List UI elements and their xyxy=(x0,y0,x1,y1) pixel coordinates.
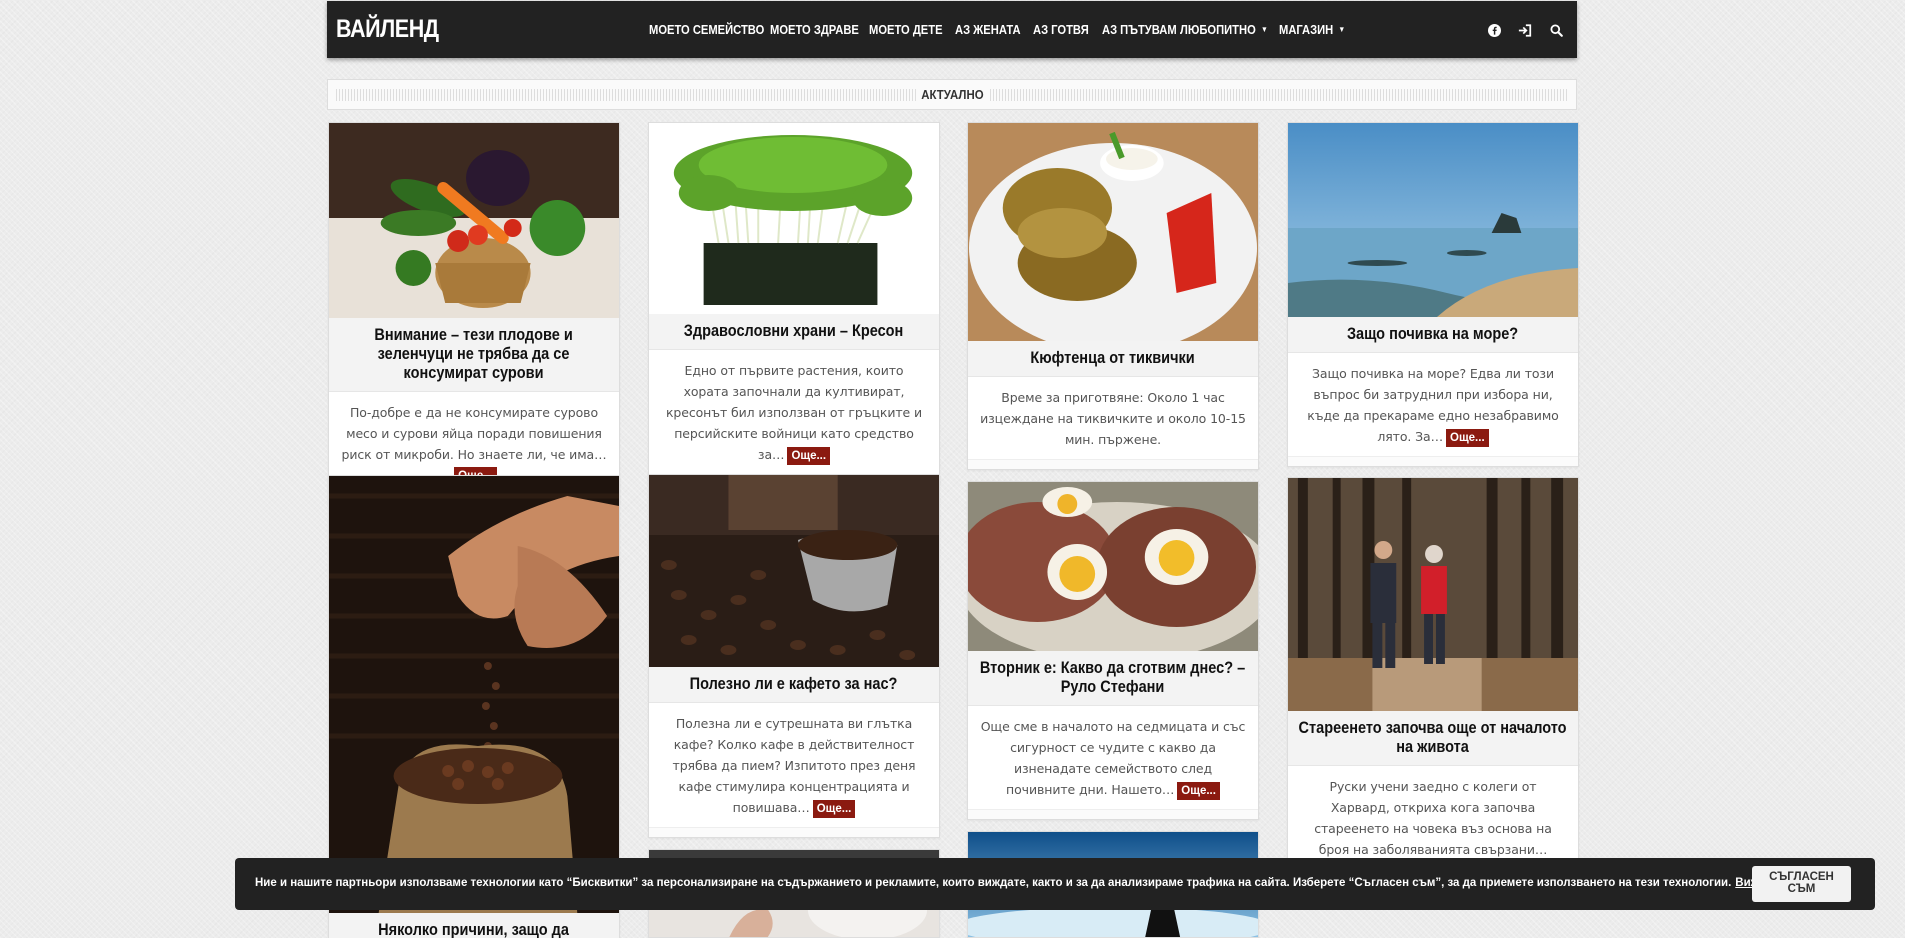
cookie-consent-bar: Ние и нашите партньори използваме технол… xyxy=(235,858,1875,910)
post-title[interactable]: Здравословни храни – Кресон xyxy=(649,314,939,350)
post-title[interactable]: Полезно ли е кафето за нас? xyxy=(649,667,939,703)
post-excerpt: Време за приготвяне: Около 1 час изцежда… xyxy=(980,390,1246,447)
post-title[interactable]: Стареенето започва още от началото на жи… xyxy=(1288,711,1578,766)
post-excerpt: Едно от първите растения, които хората з… xyxy=(649,350,939,474)
menu-item-child[interactable]: МОЕТО ДЕТЕ xyxy=(869,22,943,37)
facebook-icon[interactable] xyxy=(1485,21,1503,39)
section-title: АКТУАЛНО xyxy=(328,87,1576,102)
menu-item-label: АЗ ЖЕНАТА xyxy=(955,22,1021,37)
menu-item-woman[interactable]: АЗ ЖЕНАТА xyxy=(955,22,1021,37)
post-image[interactable] xyxy=(968,482,1258,651)
nav-icons xyxy=(1485,21,1565,39)
read-more-button[interactable]: Още... xyxy=(1446,429,1489,447)
post-image[interactable] xyxy=(329,123,619,318)
post-title[interactable]: Вторник е: Какво да сготвим днес? – Руло… xyxy=(968,651,1258,706)
menu-item-family[interactable]: МОЕТО СЕМЕЙСТВО xyxy=(649,22,764,37)
post-image[interactable] xyxy=(649,475,939,667)
main-navbar: ВАЙЛЕНД МОЕТО СЕМЕЙСТВО МОЕТО ЗДРАВЕ МОЕ… xyxy=(327,1,1577,58)
site-logo[interactable]: ВАЙЛЕНД xyxy=(336,15,439,44)
section-header: АКТУАЛНО xyxy=(327,79,1577,110)
post-excerpt: Още сме в началото на седмицата и със си… xyxy=(968,706,1258,809)
post-card[interactable]: Здравословни храни – Кресон Едно от първ… xyxy=(648,122,940,485)
post-image[interactable] xyxy=(968,123,1258,341)
card-footer xyxy=(968,809,1258,819)
card-footer xyxy=(649,827,939,837)
post-card[interactable]: Вторник е: Какво да сготвим днес? – Руло… xyxy=(967,481,1259,820)
post-title[interactable]: Няколко причини, защо да xyxy=(329,913,619,938)
post-title[interactable]: Внимание – тези плодове и зеленчуци не т… xyxy=(329,318,619,392)
post-excerpt: Полезна ли е сутрешната ви глътка кафе? … xyxy=(649,703,939,827)
menu-item-health[interactable]: МОЕТО ЗДРАВЕ xyxy=(770,22,859,37)
post-card[interactable]: Кюфтенца от тиквички Време за приготвяне… xyxy=(967,122,1259,470)
card-footer xyxy=(968,459,1258,469)
post-image[interactable] xyxy=(649,123,939,314)
post-card[interactable]: Внимание – тези плодове и зеленчуци не т… xyxy=(328,122,620,505)
post-excerpt: Защо почивка на море? Едва ли този въпро… xyxy=(1288,353,1578,456)
read-more-button[interactable]: Още... xyxy=(812,800,856,818)
search-icon[interactable] xyxy=(1547,21,1565,39)
login-icon[interactable] xyxy=(1516,21,1534,39)
post-card[interactable]: Стареенето започва още от началото на жи… xyxy=(1287,477,1579,900)
read-more-button[interactable]: Още... xyxy=(1177,782,1220,800)
post-image[interactable] xyxy=(329,476,619,913)
menu-item-label: МАГАЗИН xyxy=(1279,22,1334,37)
caret-down-icon: ▼ xyxy=(1338,25,1346,34)
post-title[interactable]: Защо почивка на море? xyxy=(1288,317,1578,353)
menu-item-travel[interactable]: АЗ ПЪТУВАМ xyxy=(1102,22,1177,37)
menu-item-label: МОЕТО ЗДРАВЕ xyxy=(770,22,859,37)
menu-item-label: АЗ ПЪТУВАМ xyxy=(1102,22,1177,37)
post-image[interactable] xyxy=(1288,123,1578,317)
card-footer xyxy=(1288,456,1578,466)
menu-item-shop[interactable]: МАГАЗИН ▼ xyxy=(1279,22,1345,37)
caret-down-icon: ▼ xyxy=(1260,25,1268,34)
cookie-accept-label: СЪГЛАСЕН xyxy=(1769,871,1834,883)
cookie-accept-button[interactable]: СЪГЛАСЕН СЪМ xyxy=(1752,866,1851,902)
post-title[interactable]: Кюфтенца от тиквички xyxy=(968,341,1258,377)
post-image[interactable] xyxy=(1288,478,1578,711)
post-card[interactable]: Защо почивка на море? Защо почивка на мо… xyxy=(1287,122,1579,467)
cookie-message: Ние и нашите партньори използваме технол… xyxy=(255,877,1797,889)
menu-item-label: ЛЮБОПИТНО xyxy=(1180,22,1256,37)
menu-item-label: МОЕТО ДЕТЕ xyxy=(869,22,943,37)
menu-item-label: АЗ ГОТВЯ xyxy=(1033,22,1089,37)
menu-item-cooking[interactable]: АЗ ГОТВЯ xyxy=(1033,22,1089,37)
cookie-accept-label: СЪМ xyxy=(1787,883,1816,895)
menu-item-curious[interactable]: ЛЮБОПИТНО ▼ xyxy=(1180,22,1268,37)
read-more-button[interactable]: Още... xyxy=(787,447,831,465)
post-card[interactable]: Полезно ли е кафето за нас? Полезна ли е… xyxy=(648,474,940,838)
menu-item-label: МОЕТО СЕМЕЙСТВО xyxy=(649,22,765,37)
